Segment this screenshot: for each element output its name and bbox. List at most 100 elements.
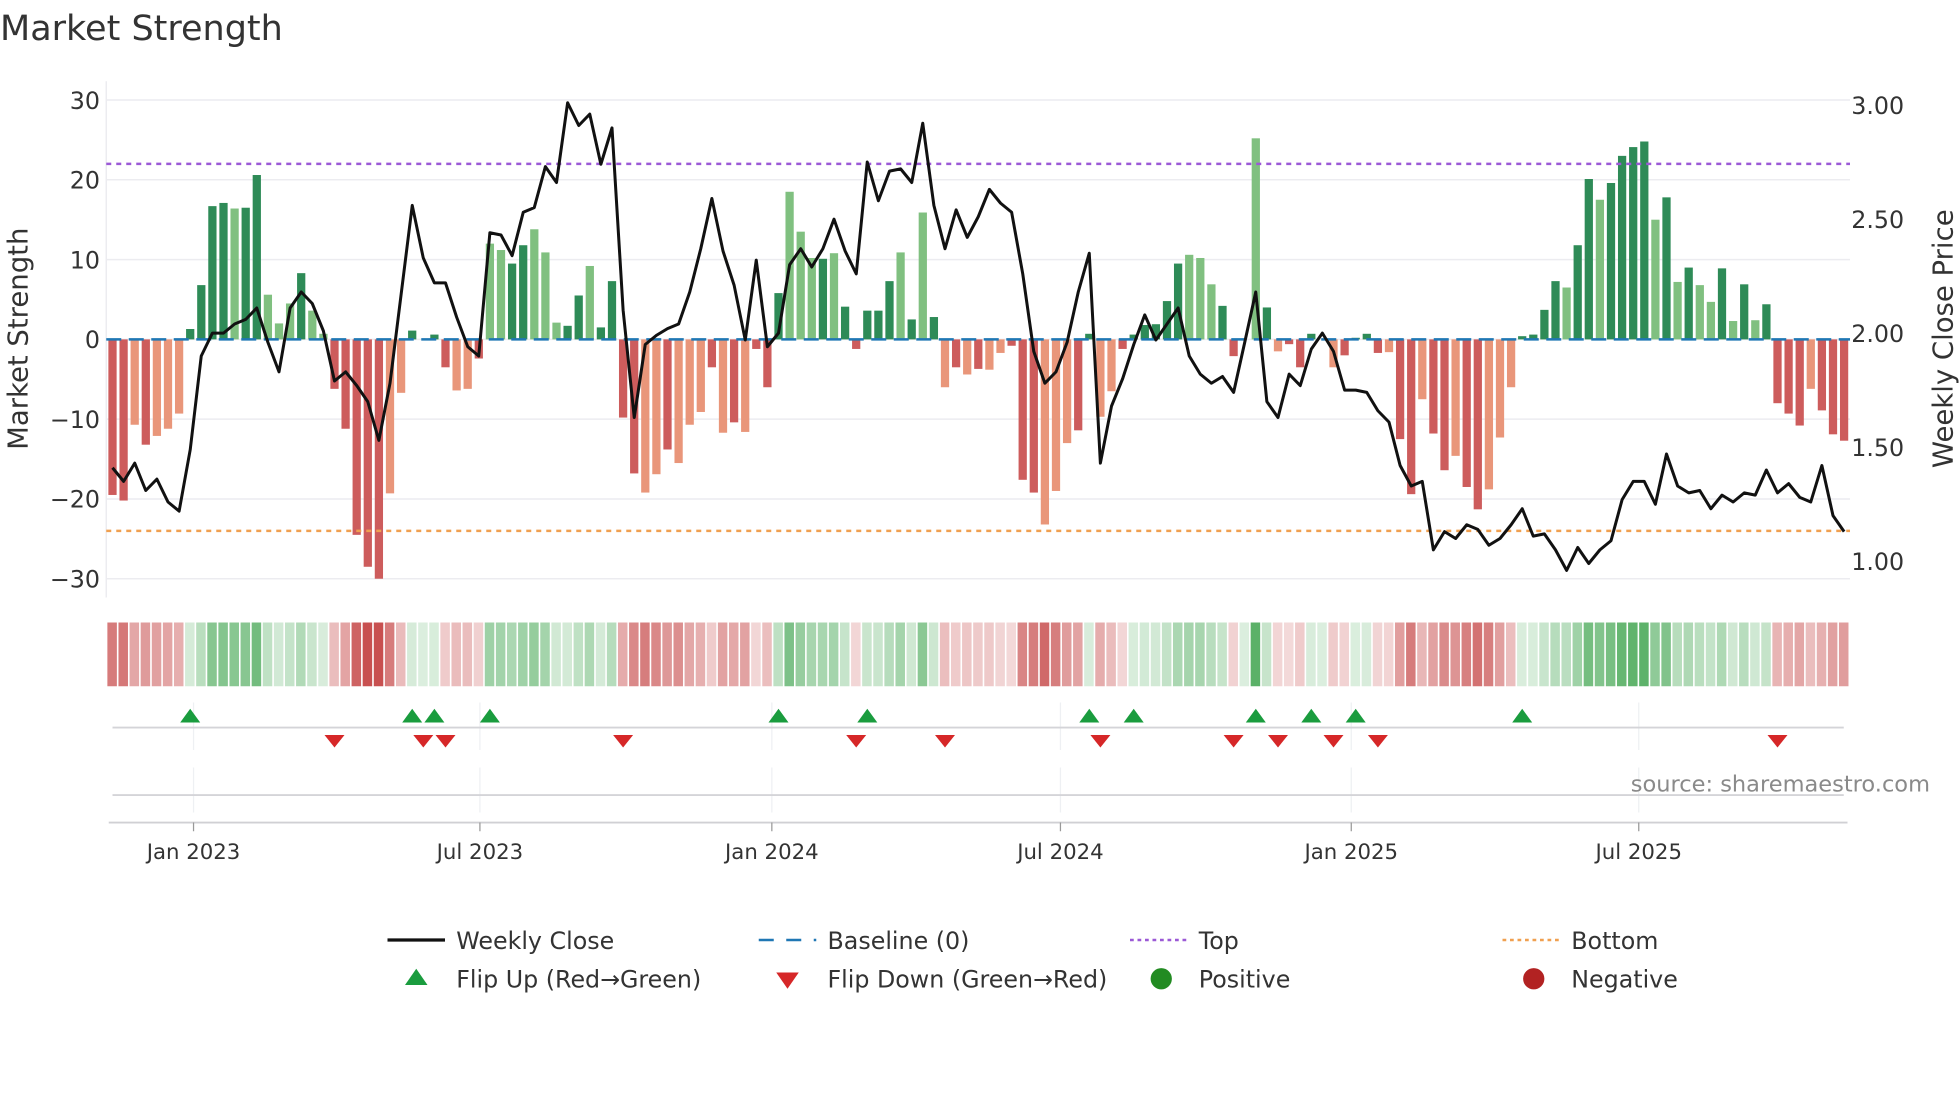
- flip-down-marker: [1323, 735, 1344, 748]
- weekly-close-line: [111, 101, 1846, 572]
- flip-down-marker: [1367, 735, 1388, 748]
- negative-bar: [1118, 339, 1127, 349]
- negative-bar: [174, 339, 184, 414]
- strip-cell: [1073, 622, 1083, 687]
- negative-bar: [1817, 339, 1827, 411]
- strip-cell: [1750, 622, 1760, 687]
- positive-bar: [1173, 263, 1183, 340]
- y-tick-label: −20: [50, 486, 100, 514]
- strip-cell: [906, 622, 917, 687]
- strip-cell: [518, 622, 528, 687]
- strip-cell: [1694, 622, 1705, 687]
- x-tick-label: Jan 2024: [723, 840, 819, 865]
- flip-down-marker: [1090, 735, 1111, 748]
- negative-bar: [996, 339, 1005, 353]
- negative-bar: [1462, 339, 1471, 487]
- strip-cell: [1006, 622, 1016, 687]
- positive-bar: [230, 208, 239, 340]
- strip-cell: [1095, 622, 1105, 687]
- strip-cell: [695, 622, 706, 687]
- flip-up-marker: [857, 708, 878, 723]
- strip-cell: [1727, 622, 1738, 687]
- flip-up-marker: [1301, 708, 1322, 723]
- flip-up-marker: [180, 708, 201, 723]
- flip-down-marker: [1268, 735, 1288, 748]
- strip-cell: [1206, 622, 1216, 687]
- flip-down-marker: [324, 735, 345, 748]
- legend-label: Baseline (0): [828, 927, 970, 955]
- legend-label: Flip Up (Red→Green): [456, 966, 701, 994]
- strip-cell: [1306, 622, 1316, 687]
- strip-cell: [595, 622, 606, 687]
- negative-bar: [1429, 339, 1438, 434]
- negative-bar: [1828, 339, 1838, 435]
- legend-label: Weekly Close: [456, 927, 614, 955]
- strip-cell: [229, 622, 239, 687]
- legend-negative-dot-icon: [1523, 968, 1545, 990]
- positive-bar: [208, 206, 217, 340]
- negative-bar: [1273, 339, 1283, 352]
- positive-bar: [274, 323, 284, 340]
- strip-cell: [1683, 622, 1694, 687]
- positive-bar: [1584, 179, 1593, 340]
- strip-cell: [351, 622, 362, 687]
- negative-bar: [141, 339, 150, 445]
- negative-bar: [1040, 339, 1050, 525]
- strip-cell: [429, 622, 439, 687]
- positive-bar: [929, 317, 939, 340]
- positive-bar: [530, 229, 539, 340]
- source-credit: source: sharemaestro.com: [1631, 771, 1930, 797]
- strip-cell: [506, 622, 517, 687]
- positive-bar: [840, 306, 850, 340]
- positive-bar: [1651, 219, 1660, 340]
- strip-cell: [284, 622, 295, 687]
- positive-bar: [1740, 284, 1749, 340]
- strength-heat-strip: [107, 622, 1849, 687]
- strip-cell: [1650, 622, 1660, 687]
- strip-cell: [1505, 622, 1516, 687]
- strip-cell: [740, 622, 750, 687]
- positive-bar: [186, 329, 195, 340]
- strip-cell: [1528, 622, 1538, 687]
- negative-bar: [674, 339, 683, 464]
- strip-cell: [296, 622, 306, 687]
- legend-label: Bottom: [1571, 927, 1658, 955]
- negative-bar: [685, 339, 694, 425]
- strip-cell: [1816, 622, 1827, 687]
- flip-down-marker: [935, 735, 955, 748]
- strip-cell: [950, 622, 961, 687]
- strip-cell: [1472, 622, 1483, 687]
- weekly-close-polyline: [111, 101, 1846, 572]
- strip-cell: [1383, 622, 1394, 687]
- negative-bar: [1451, 339, 1460, 456]
- strip-cell: [1572, 622, 1583, 687]
- y-axis-left: 30 20 10 0 −10 −20 −30: [50, 87, 100, 594]
- positive-bar: [1706, 301, 1716, 340]
- strip-cell: [362, 622, 373, 687]
- y2-axis-label: Weekly Close Price: [1928, 209, 1960, 468]
- strip-cell: [1039, 622, 1050, 687]
- positive-bar: [896, 252, 905, 340]
- market-strength-chart: Market Strength 30 20 10 0 −10 −20 −30 3.00 2.5…: [0, 9, 1960, 994]
- positive-bar: [1185, 254, 1194, 340]
- strip-cell: [1739, 622, 1749, 687]
- legend-label: Negative: [1571, 966, 1678, 994]
- negative-bar: [696, 339, 705, 412]
- negative-bar: [1473, 339, 1482, 510]
- strip-cell: [1583, 622, 1594, 687]
- strip-cell: [318, 622, 328, 687]
- negative-bar: [1373, 339, 1383, 353]
- strip-cell: [684, 622, 695, 687]
- strip-cell: [218, 622, 228, 687]
- y2-tick-label: 1.50: [1851, 434, 1904, 462]
- strip-cell: [1328, 622, 1338, 687]
- flip-up-marker: [1345, 708, 1366, 723]
- strip-cell: [1228, 622, 1238, 687]
- x-tick-label: Jul 2023: [435, 840, 523, 865]
- strip-cell: [529, 622, 539, 687]
- strip-cell: [939, 622, 950, 687]
- strip-cell: [851, 622, 861, 687]
- flip-up-marker: [1245, 708, 1266, 723]
- strip-cell: [1250, 622, 1261, 687]
- positive-bar: [1762, 304, 1771, 340]
